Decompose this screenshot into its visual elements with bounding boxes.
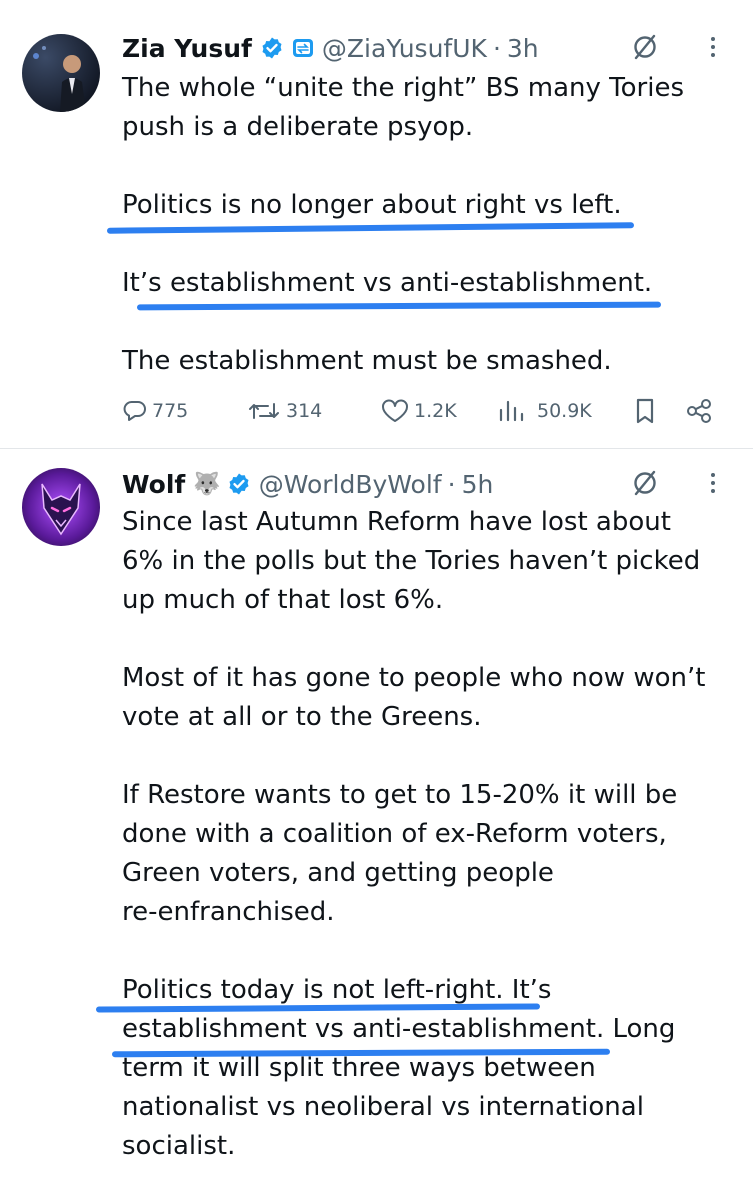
separator-dot: · <box>447 469 456 499</box>
text-line: done with a coalition of ex-Reform voter… <box>122 819 667 849</box>
text-line: up much of that lost 6%. <box>122 585 444 615</box>
text-line: vote at all or to the Greens. <box>122 702 482 732</box>
text-line: establishment vs anti-establishment. Lon… <box>122 1014 676 1044</box>
text-line: Since last Autumn Reform have lost about <box>122 507 671 537</box>
text-line: socialist. <box>122 1131 236 1161</box>
text-line: nationalist vs neoliberal vs internation… <box>122 1092 644 1122</box>
text-line: Most of it has gone to people who now wo… <box>122 663 706 693</box>
author-handle[interactable]: @WorldByWolf <box>259 470 442 499</box>
text-line: If Restore wants to get to 15-20% it wil… <box>122 780 678 810</box>
avatar[interactable] <box>22 468 100 546</box>
text-line: Green voters, and getting people <box>122 858 554 888</box>
text-line: re-enfranchised. <box>122 897 335 927</box>
author-name[interactable]: Wolf <box>122 470 185 499</box>
timestamp[interactable]: 5h <box>462 470 494 499</box>
more-icon[interactable] <box>709 468 717 498</box>
verified-badge-icon[interactable] <box>227 472 251 496</box>
tweet-header: Wolf 🐺 @WorldByWolf · 5h <box>122 466 493 502</box>
grok-icon[interactable] <box>630 468 660 498</box>
tweet-wolf[interactable]: Wolf 🐺 @WorldByWolf · 5h Since last Autu… <box>0 0 753 1161</box>
wolf-emoji-icon: 🐺 <box>193 471 221 497</box>
text-line: 6% in the polls but the Tories haven’t p… <box>122 546 701 576</box>
